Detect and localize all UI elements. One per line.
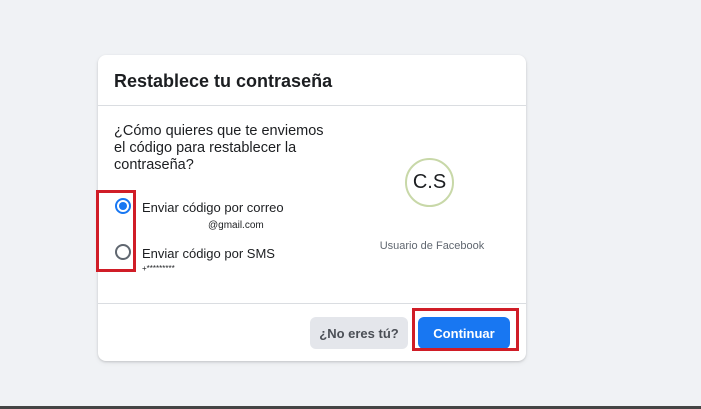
option-email-detail: @gmail.com: [208, 220, 264, 231]
avatar-initials: C.S: [412, 171, 447, 193]
reset-question: ¿Cómo quieres que te enviemos el código …: [114, 123, 324, 173]
dialog-title: Restablece tu contraseña: [114, 71, 333, 91]
continue-highlight-box: [412, 308, 519, 351]
option-email-label[interactable]: Enviar código por correo: [142, 200, 284, 215]
radio-highlight-box: [96, 190, 136, 272]
dialog-header: Restablece tu contraseña: [98, 55, 526, 106]
user-name: Usuario de Facebook: [379, 240, 485, 252]
avatar: C.S: [405, 158, 454, 207]
dialog-body: ¿Cómo quieres que te enviemos el código …: [98, 106, 526, 302]
option-sms-label[interactable]: Enviar código por SMS: [142, 246, 275, 261]
option-sms-detail: +*********: [142, 264, 175, 273]
not-you-button[interactable]: ¿No eres tú?: [310, 317, 408, 349]
